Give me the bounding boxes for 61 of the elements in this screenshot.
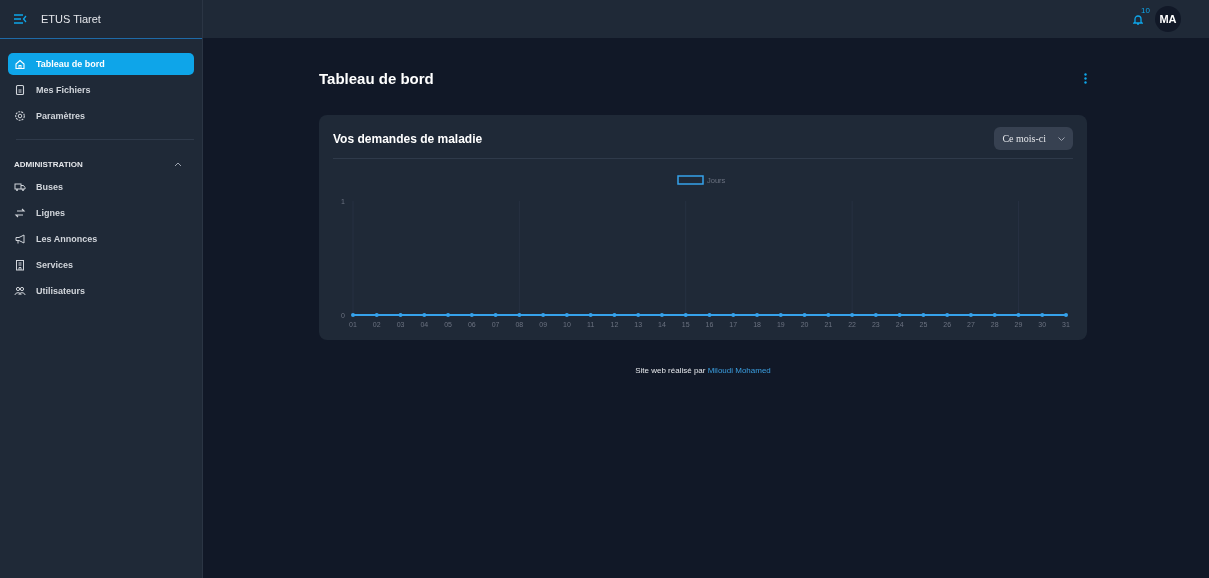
card-title: Vos demandes de maladie xyxy=(333,131,483,146)
data-point xyxy=(897,313,902,317)
data-point xyxy=(659,313,664,317)
data-point xyxy=(731,313,736,317)
settings-icon xyxy=(14,110,26,122)
nav-item[interactable]: Les Annonces xyxy=(8,228,194,250)
more-options-icon[interactable] xyxy=(1084,72,1087,84)
data-point xyxy=(778,313,783,317)
data-point xyxy=(707,313,712,317)
data-point xyxy=(826,313,831,317)
data-point xyxy=(351,313,355,317)
nav-item[interactable]: Utilisateurs xyxy=(8,280,194,302)
data-point xyxy=(541,313,546,317)
data-point xyxy=(588,313,593,317)
data-point xyxy=(755,313,760,317)
period-dropdown[interactable]: Ce mois-ci xyxy=(994,127,1073,150)
author-link[interactable]: Miloudi Mohamed xyxy=(707,366,771,375)
data-point xyxy=(873,313,878,317)
avatar[interactable]: MA xyxy=(1155,6,1181,32)
nav-item[interactable]: Buses xyxy=(8,176,194,198)
data-point xyxy=(564,313,569,317)
data-point xyxy=(683,313,688,317)
data-point xyxy=(1016,313,1021,317)
home-icon xyxy=(14,58,26,70)
data-point xyxy=(374,313,379,317)
building-icon xyxy=(14,259,26,271)
data-point xyxy=(1064,313,1068,317)
data-point xyxy=(398,313,403,317)
data-point xyxy=(493,313,498,317)
nav-item[interactable]: Lignes xyxy=(8,202,194,224)
data-point xyxy=(469,313,474,317)
megaphone-icon xyxy=(14,233,26,245)
nav-item[interactable]: Services xyxy=(8,254,194,276)
menu-icon[interactable] xyxy=(14,14,27,24)
document-icon xyxy=(14,84,26,96)
section-title: ADMINISTRATION xyxy=(14,159,83,169)
data-point xyxy=(968,313,973,317)
data-point xyxy=(612,313,617,317)
data-point xyxy=(517,313,522,317)
users-icon xyxy=(14,285,26,297)
data-point xyxy=(1040,313,1045,317)
chevron-down-icon xyxy=(1058,136,1065,141)
data-point xyxy=(636,313,641,317)
swap-arrows-icon xyxy=(14,207,26,219)
data-point xyxy=(945,313,950,317)
nav-item[interactable]: Mes Fichiers xyxy=(8,79,194,101)
legend-swatch xyxy=(677,175,704,185)
footer-text: Site web réalisé par Miloudi Mohamed xyxy=(634,366,772,375)
data-point xyxy=(850,313,855,317)
notification-count: 10 xyxy=(1141,5,1150,15)
truck-icon xyxy=(14,181,26,193)
data-point xyxy=(802,313,807,317)
nav-item[interactable]: Paramètres xyxy=(8,105,194,127)
data-point xyxy=(921,313,926,317)
bell-icon[interactable] xyxy=(1133,13,1143,25)
data-point xyxy=(446,313,451,317)
caret-icon[interactable] xyxy=(174,161,182,167)
data-point xyxy=(422,313,427,317)
page-title: Tableau de bord xyxy=(319,69,434,87)
app-title: ETUS Tiaret xyxy=(41,13,101,25)
data-point xyxy=(992,313,997,317)
